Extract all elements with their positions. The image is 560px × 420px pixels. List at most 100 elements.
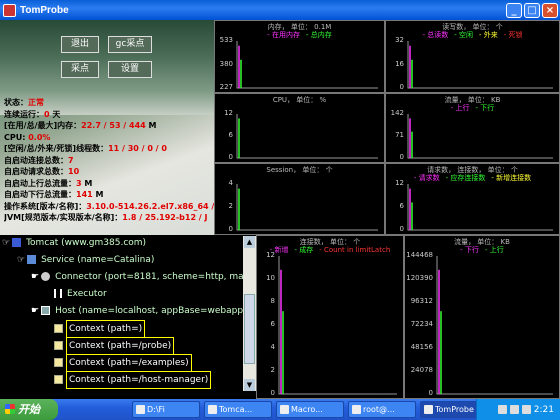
taskbar-item-label: Tomca... — [219, 405, 253, 414]
chart-plot — [407, 114, 553, 159]
status-line: 操作系统[版本/名称]：3.10.0-514.26.2.el7.x86_64 /… — [4, 201, 214, 213]
tomcat-tree: ☞ Tomcat (www.gm385.com) ☞ Service (name=C… — [0, 235, 256, 400]
status-label: 自启动连接总数： — [4, 155, 68, 165]
tray-icon[interactable] — [521, 405, 531, 414]
axis-line — [436, 256, 553, 395]
status-line: JVM[规范版本/实现版本/名称]：1.8 / 25.192-b12 / J — [4, 212, 214, 224]
taskbar-item[interactable]: root@... — [348, 401, 416, 418]
tree-node-context[interactable]: Context (path=/examples) — [54, 354, 192, 372]
status-label: 操作系统[版本/名称]： — [4, 201, 87, 211]
status-panel: 退出 gc采点 采点 设置 状态：正常 连续运行：0 天 [在用/总/最大]内存：2… — [0, 20, 214, 235]
tree-node-tomcat[interactable]: ☞ Tomcat (www.gm385.com) — [2, 235, 148, 253]
status-value: 1.8 / 25.192-b12 / J — [122, 213, 208, 222]
title-bar: TomProbe _ □ × — [0, 0, 560, 20]
tree-node-executor[interactable]: Executor — [54, 286, 109, 304]
tree-node-service[interactable]: ☞ Service (name=Catalina) — [17, 252, 156, 270]
context-icon — [54, 324, 63, 333]
chart-cpu: CPU， 单位： % 12 6 0 — [214, 93, 385, 163]
exit-button[interactable]: 退出 — [61, 36, 99, 53]
chart-plot — [236, 114, 378, 159]
start-button[interactable]: 开始 — [0, 399, 58, 420]
window-title: TomProbe — [20, 4, 69, 16]
context-icon — [54, 375, 63, 384]
status-value: 22.7 / 53 / 444 — [81, 121, 146, 130]
status-line: [空闲/总/外来/死锁]线程数：11 / 30 / 0 / 0 — [4, 143, 214, 155]
status-unit: 天 — [49, 109, 61, 119]
status-unit: M — [145, 121, 157, 130]
axis-line — [236, 114, 378, 159]
chart-memory: 内存， 单位： 0.1M - 在用内存 - 总内存 533 380 227 — [214, 20, 385, 93]
taskbar-item[interactable]: Tomca... — [204, 401, 272, 418]
tray-icon[interactable] — [509, 405, 519, 414]
chart-traffic: 流量， 单位： KB - 下行 - 上行 144468 120390 96312 72234… — [404, 235, 560, 399]
taskbar-item-label: TomProbe — [435, 405, 474, 414]
status-label: 自启动上行总流量： — [4, 178, 76, 188]
scroll-up-icon[interactable]: ▲ — [244, 236, 255, 248]
tree-node-host[interactable]: ☛ Host (name=localhost, appBase=webapps — [31, 303, 250, 321]
tree-node-context[interactable]: Context (path=/host-manager) — [54, 371, 212, 389]
status-label: [在用/总/最大]内存： — [4, 121, 82, 130]
chart-plot — [436, 256, 553, 395]
system-tray: 2:21 — [476, 399, 560, 420]
status-line: 自启动连接总数：7 — [4, 155, 214, 167]
status-label: CPU: — [4, 132, 29, 142]
tray-icon[interactable] — [497, 405, 507, 414]
scroll-thumb[interactable] — [244, 294, 255, 364]
status-line: 状态：正常 — [4, 97, 214, 109]
windows-logo-icon — [5, 404, 15, 414]
clock: 2:21 — [533, 404, 554, 415]
status-unit: M — [92, 190, 104, 199]
service-icon — [27, 255, 37, 264]
host-icon — [41, 306, 51, 315]
scroll-down-icon[interactable]: ▼ — [244, 379, 255, 391]
chart-plot — [236, 41, 378, 89]
status-label: 自启动下行总流量： — [4, 190, 76, 199]
chart-conn: 连接数， 单位： 个- 新增 - 成存 - Count in limitLatch 1… — [256, 235, 404, 399]
status-value: 7 — [68, 155, 74, 165]
context-icon — [54, 341, 63, 350]
axis-line — [407, 184, 553, 231]
status-line: 自启动请求总数：10 — [4, 166, 214, 178]
gc-sample-button[interactable]: gc采点 — [108, 36, 152, 53]
tree-node-context[interactable]: Context (path=/probe) — [54, 337, 175, 355]
tree-node-connector[interactable]: ☛ Connector (port=8181, scheme=http, ma — [31, 269, 246, 287]
status-value: 3.10.0-514.26.2.el7.x86_64 / l — [86, 201, 214, 211]
status-label: JVM[规范版本/实现版本/名称]： — [4, 213, 123, 222]
chart-plot — [407, 184, 553, 231]
window-icon — [280, 405, 289, 414]
status-label: 状态： — [4, 98, 28, 107]
status-value: 正常 — [28, 98, 44, 107]
axis-line — [407, 114, 553, 159]
chart-session: Session， 单位： 个420 — [214, 163, 385, 235]
status-lines: 状态：正常 连续运行：0 天 [在用/总/最大]内存：22.7 / 53 / 444… — [4, 97, 214, 224]
status-label: 自启动请求总数： — [4, 167, 68, 176]
tree-node-context[interactable]: Context (path=) — [54, 320, 146, 338]
sample-button[interactable]: 采点 — [61, 61, 99, 78]
status-line: 自启动下行总流量：141 M — [4, 189, 214, 201]
taskbar-item[interactable]: D:\Fi — [132, 401, 200, 418]
status-line: [在用/总/最大]内存：22.7 / 53 / 444 M — [4, 120, 214, 132]
close-button[interactable]: × — [542, 2, 558, 18]
status-value: 141 — [76, 190, 93, 199]
chart-reads: 读写数， 单位： 个- 总读数 - 空闲 - 外来 - 死锁 32 16 0 — [385, 20, 560, 93]
minimize-button[interactable]: _ — [506, 2, 522, 18]
status-unit: M — [81, 178, 93, 188]
status-value: 11 / 30 / 0 / 0 — [108, 144, 167, 153]
app-icon — [3, 3, 16, 17]
context-icon — [54, 358, 63, 367]
axis-line — [236, 184, 378, 231]
chart-plot — [407, 41, 553, 89]
tree-scrollbar[interactable]: ▲ ▼ — [243, 236, 256, 391]
status-line: 连续运行：0 天 — [4, 109, 214, 121]
taskbar-item[interactable]: Macro... — [276, 401, 344, 418]
chart-requests: 请求数， 连接数， 单位： 个- 请求数 - 应存连接数 - 新增连接数 12 6 0 — [385, 163, 560, 235]
chart-plot — [236, 184, 378, 231]
status-label: [空闲/总/外来/死锁]线程数： — [4, 144, 109, 153]
settings-button[interactable]: 设置 — [108, 61, 152, 78]
maximize-button[interactable]: □ — [524, 2, 540, 18]
window-icon — [424, 405, 433, 414]
axis-line — [407, 41, 553, 89]
status-value: 0.0% — [28, 132, 51, 142]
executor-icon — [54, 289, 62, 298]
taskbar-item-label: Macro... — [291, 405, 323, 414]
